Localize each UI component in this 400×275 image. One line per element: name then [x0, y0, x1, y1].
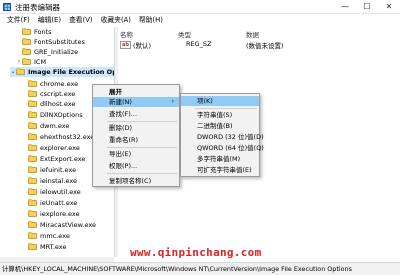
- menu-help[interactable]: 帮助(H): [135, 14, 167, 26]
- menu-separator: [195, 108, 257, 109]
- window-title: 注册表编辑器: [15, 3, 60, 12]
- tree-item-iefuinit-exe[interactable]: iefuinit.exe: [22, 165, 76, 175]
- menu-item-expand[interactable]: 展开: [93, 87, 179, 97]
- menu-item-rename[interactable]: 重命名(R): [93, 135, 179, 145]
- value-row-default[interactable]: ab (默认): [120, 40, 151, 50]
- submenu-item-key[interactable]: 项(K): [181, 96, 259, 106]
- value-type: REG_SZ: [186, 40, 212, 48]
- menu-separator: [107, 173, 177, 174]
- folder-icon: [28, 111, 37, 118]
- menu-item-permissions[interactable]: 权限(P)...: [93, 161, 179, 171]
- menu-item-find[interactable]: 查找(F)...: [93, 109, 179, 119]
- folder-icon: [28, 133, 37, 140]
- submenu-item-qword-value[interactable]: QWORD (64 位)值(Q): [181, 143, 264, 153]
- menu-item-copy-key-name[interactable]: 复制项名称(C): [93, 176, 179, 186]
- menu-file[interactable]: 文件(F): [3, 14, 34, 26]
- menu-item-new[interactable]: 新建(N) ›: [93, 97, 179, 107]
- folder-icon: [28, 100, 37, 107]
- folder-icon: [16, 68, 25, 75]
- maximize-button[interactable]: ☐: [356, 0, 378, 14]
- menu-view[interactable]: 查看(V): [65, 14, 97, 26]
- folder-icon: [28, 166, 37, 173]
- folder-icon: [28, 80, 37, 87]
- submenu-item-binary-value[interactable]: 二进制值(B): [181, 121, 259, 131]
- tree-item-ielowutil-exe[interactable]: ielowutil.exe: [22, 187, 81, 197]
- submenu-item-dword-value[interactable]: DWORD (32 位)值(D): [181, 132, 264, 142]
- status-bar-path: 计算机\HKEY_LOCAL_MACHINE\SOFTWARE\Microsof…: [0, 262, 400, 275]
- menu-separator: [107, 147, 177, 148]
- tree-item-ehexthost32-exe[interactable]: ehexthost32.exe: [22, 132, 94, 142]
- column-header-data[interactable]: 数据: [246, 29, 259, 39]
- title-bar: 注册表编辑器 — ☐ ✕: [0, 0, 400, 14]
- menu-bar: 文件(F) 编辑(E) 查看(V) 收藏夹(A) 帮助(H): [0, 14, 400, 26]
- tree-item-fontsubstitutes[interactable]: FontSubstitutes: [16, 37, 85, 47]
- window-controls: — ☐ ✕: [334, 0, 400, 14]
- registry-editor-icon: [3, 3, 11, 11]
- tree-item-ieunatt-exe[interactable]: ieUnatt.exe: [22, 198, 77, 208]
- folder-icon: [22, 48, 31, 55]
- folder-icon: [22, 28, 31, 35]
- column-header-name[interactable]: 名称: [120, 29, 133, 39]
- close-button[interactable]: ✕: [378, 0, 400, 14]
- tree-item-explorer-exe[interactable]: explorer.exe: [22, 143, 80, 153]
- submenu-item-expandable-string-value[interactable]: 可扩充字符串值(E): [181, 165, 259, 175]
- tree-item-image-file-execution-options[interactable]: ⌄ Image File Execution Op: [10, 67, 114, 77]
- menu-item-delete[interactable]: 删除(D): [93, 123, 179, 133]
- context-menu: 展开 新建(N) › 查找(F)... 删除(D) 重命名(R) 导出(E) 权限…: [92, 84, 180, 187]
- folder-icon: [28, 155, 37, 162]
- value-data: (数值未设置): [246, 42, 284, 50]
- string-value-icon: ab: [120, 41, 131, 49]
- tree-item-fonts[interactable]: Fonts: [16, 27, 52, 37]
- column-header-type[interactable]: 类型: [178, 29, 191, 39]
- value-name: (默认): [132, 42, 152, 50]
- folder-icon: [28, 122, 37, 129]
- tree-item-miracastview-exe[interactable]: MiracastView.exe: [22, 220, 96, 230]
- menu-favorites[interactable]: 收藏夹(A): [97, 14, 135, 26]
- menu-separator: [107, 121, 177, 122]
- tree-item-icm[interactable]: › ICM: [16, 57, 46, 67]
- submenu-arrow-icon: ›: [171, 98, 174, 105]
- folder-icon: [28, 232, 37, 239]
- folder-icon: [22, 58, 31, 65]
- menu-edit[interactable]: 编辑(E): [34, 14, 65, 26]
- folder-icon: [28, 210, 37, 217]
- new-submenu: 项(K) 字符串值(S) 二进制值(B) DWORD (32 位)值(D) QW…: [180, 93, 264, 177]
- submenu-item-multi-string-value[interactable]: 多字符串值(M): [181, 154, 259, 164]
- folder-icon: [28, 221, 37, 228]
- tree-item-ieinstal-exe[interactable]: ieinstal.exe: [22, 176, 77, 186]
- tree-item-dwm-exe[interactable]: dwm.exe: [22, 121, 69, 131]
- folder-icon: [28, 90, 37, 97]
- tree-item-dllhost-exe[interactable]: dllhost.exe: [22, 99, 75, 109]
- folder-icon: [28, 188, 37, 195]
- folder-icon: [28, 199, 37, 206]
- tree-item-dllnxoptions[interactable]: DllNXOptions: [22, 110, 83, 120]
- folder-icon: [28, 144, 37, 151]
- folder-icon: [28, 177, 37, 184]
- tree-item-extexport-exe[interactable]: ExtExport.exe: [22, 154, 85, 164]
- watermark: www.qinpinchang.com: [130, 246, 262, 259]
- tree-item-iexplore-exe[interactable]: iexplore.exe: [22, 209, 80, 219]
- folder-icon: [28, 243, 37, 250]
- tree-item-chrome-exe[interactable]: chrome.exe: [22, 79, 78, 89]
- tree-item-mrt-exe[interactable]: MRT.exe: [22, 242, 66, 252]
- folder-icon: [22, 38, 31, 45]
- minimize-button[interactable]: —: [334, 0, 356, 14]
- submenu-item-string-value[interactable]: 字符串值(S): [181, 110, 259, 120]
- tree-item-gre-initialize[interactable]: GRE_Initialize: [16, 47, 78, 57]
- tree-item-cscript-exe[interactable]: cscript.exe: [22, 89, 75, 99]
- menu-item-export[interactable]: 导出(E): [93, 149, 179, 159]
- tree-item-mmc-exe[interactable]: mmc.exe: [22, 231, 70, 241]
